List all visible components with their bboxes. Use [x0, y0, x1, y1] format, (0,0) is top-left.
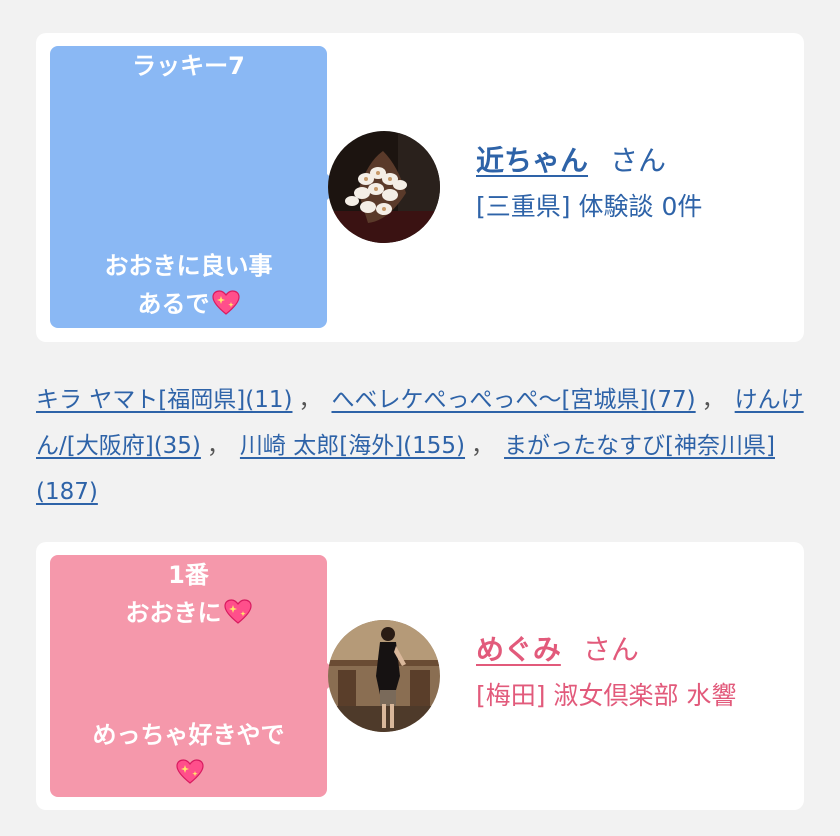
cast-name-link[interactable]: めぐみ: [476, 633, 561, 666]
cast-meta: [梅田] 淑女倶楽部 水響: [476, 674, 736, 718]
prefecture: [三重県]: [476, 192, 571, 221]
user-avatar[interactable]: [328, 131, 440, 243]
name-row: めぐみ さん: [476, 630, 736, 670]
user-link[interactable]: へベレケぺっぺっぺ〜[宮城県](77): [331, 387, 695, 413]
user-link[interactable]: 川崎 太郎[海外](155): [240, 433, 465, 459]
review-card-bottom: 1番 おおきに めっちゃ好きやで めぐみ さん [梅田] 淑女倶楽部 水響: [36, 542, 804, 810]
sparkling-heart-icon: [223, 599, 252, 624]
honorific: さん: [582, 633, 639, 666]
user-info: 近ちゃん さん [三重県] 体験談 0件: [476, 141, 702, 229]
user-name-link[interactable]: 近ちゃん: [476, 144, 588, 177]
user-meta: [三重県] 体験談 0件: [476, 185, 702, 229]
honorific: さん: [610, 144, 667, 177]
separator: ，: [471, 433, 495, 459]
sparkling-heart-icon: [211, 290, 240, 315]
avatar-photo: [328, 131, 440, 243]
bubble-line-1: ラッキー7: [132, 52, 245, 80]
bubble-line-4: [50, 755, 327, 791]
shop-name: 淑女倶楽部 水響: [553, 681, 737, 710]
avatar-photo: [328, 620, 440, 732]
bubble-line-2: おおきに: [50, 595, 327, 631]
comment-bubble: 1番 おおきに めっちゃ好きやで: [50, 555, 341, 797]
review-card-top: ラッキー7 おおきに良い事 あるで 近ちゃん さん [三重県] 体験談 0件: [36, 33, 804, 342]
experience-label: 体験談: [578, 192, 654, 221]
separator: ，: [701, 387, 725, 413]
bubble-line-2: おおきに良い事: [104, 252, 273, 280]
user-link[interactable]: キラ ヤマト[福岡県](11): [36, 387, 292, 413]
separator: ，: [206, 433, 230, 459]
cast-info: めぐみ さん [梅田] 淑女倶楽部 水響: [476, 630, 736, 718]
bubble-line-3: あるで: [50, 286, 327, 322]
sparkling-heart-icon: [175, 759, 204, 784]
experience-count: 0件: [661, 192, 703, 221]
bubble-line-1: 1番: [168, 561, 209, 589]
separator: ，: [298, 387, 322, 413]
comment-bubble: ラッキー7 おおきに良い事 あるで: [50, 46, 341, 328]
user-links-list: キラ ヤマト[福岡県](11)，へベレケぺっぺっぺ〜[宮城県](77)，けんけん…: [36, 377, 804, 515]
bubble-line-3: めっちゃ好きやで: [92, 721, 285, 749]
area: [梅田]: [476, 681, 546, 710]
name-row: 近ちゃん さん: [476, 141, 702, 181]
cast-avatar[interactable]: [328, 620, 440, 732]
